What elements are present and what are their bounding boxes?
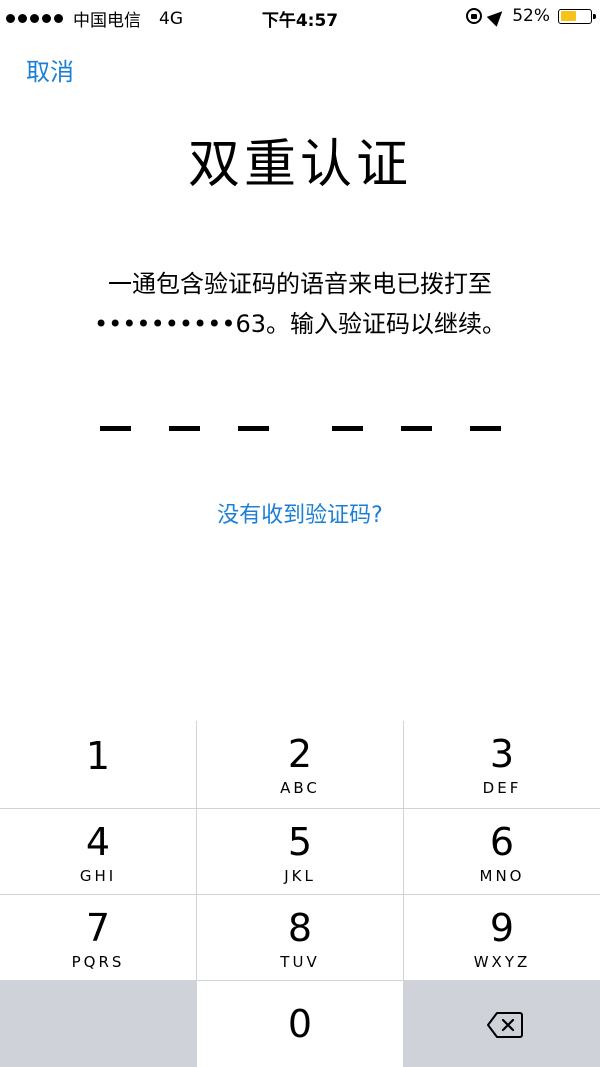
location-arrow-icon (486, 5, 508, 27)
key-digit: 7 (85, 906, 111, 950)
key-4[interactable]: 4 GHI (0, 809, 196, 894)
key-5[interactable]: 5 JKL (197, 809, 403, 894)
key-letters: TUV (280, 953, 320, 971)
key-letters: PQRS (71, 953, 125, 971)
key-letters: WXYZ (473, 953, 531, 971)
backspace-icon (487, 1012, 523, 1038)
key-digit: 9 (489, 906, 515, 950)
code-digit-slot-2[interactable] (169, 426, 200, 431)
key-digit: 2 (287, 732, 313, 776)
key-2[interactable]: 2 ABC (197, 721, 403, 808)
key-digit: 4 (85, 820, 111, 864)
instructions-text: 一通包含验证码的语音来电已拨打至 ••••••••••63。输入验证码以继续。 (60, 264, 540, 344)
code-digit-slot-3[interactable] (238, 426, 269, 431)
key-8[interactable]: 8 TUV (197, 895, 403, 980)
instructions-line-2: ••••••••••63。输入验证码以继续。 (93, 310, 507, 338)
key-7[interactable]: 7 PQRS (0, 895, 196, 980)
battery-percent: 52% (512, 6, 550, 26)
code-digit-slot-1[interactable] (100, 426, 131, 431)
numeric-keypad: 1 2 ABC 3 DEF 4 GHI 5 JKL 6 MNO 7 PQRS 8… (0, 721, 600, 1067)
key-6[interactable]: 6 MNO (404, 809, 600, 894)
page-title: 双重认证 (187, 135, 412, 195)
key-3[interactable]: 3 DEF (404, 721, 600, 808)
status-bar: 中国电信 4G 下午4:57 52% (0, 0, 600, 34)
delete-key[interactable] (404, 981, 600, 1067)
status-right: 52% (466, 5, 596, 27)
code-digit-slot-4[interactable] (332, 426, 363, 431)
key-letters: DEF (482, 779, 522, 797)
key-digit: 0 (287, 1002, 313, 1046)
key-9[interactable]: 9 WXYZ (404, 895, 600, 980)
key-digit: 8 (287, 906, 313, 950)
key-digit: 3 (489, 732, 515, 776)
battery-level (560, 11, 576, 21)
key-digit: 1 (85, 734, 111, 778)
instructions-line-1: 一通包含验证码的语音来电已拨打至 (108, 270, 492, 298)
code-digit-slot-5[interactable] (401, 426, 432, 431)
key-letters: JKL (284, 867, 316, 885)
key-digit: 5 (287, 820, 313, 864)
orientation-lock-icon (466, 8, 483, 24)
verification-code-input[interactable] (0, 414, 600, 444)
cancel-button[interactable]: 取消 (26, 52, 74, 87)
key-0[interactable]: 0 (197, 981, 403, 1067)
key-blank (0, 981, 196, 1067)
key-letters: GHI (79, 867, 117, 885)
key-digit: 6 (489, 820, 515, 864)
key-letters: ABC (280, 779, 320, 797)
resend-code-link[interactable]: 没有收到验证码? (0, 497, 600, 529)
battery-icon (558, 8, 596, 24)
key-1[interactable]: 1 (0, 721, 196, 808)
key-letters: MNO (479, 867, 525, 885)
code-digit-slot-6[interactable] (470, 426, 501, 431)
